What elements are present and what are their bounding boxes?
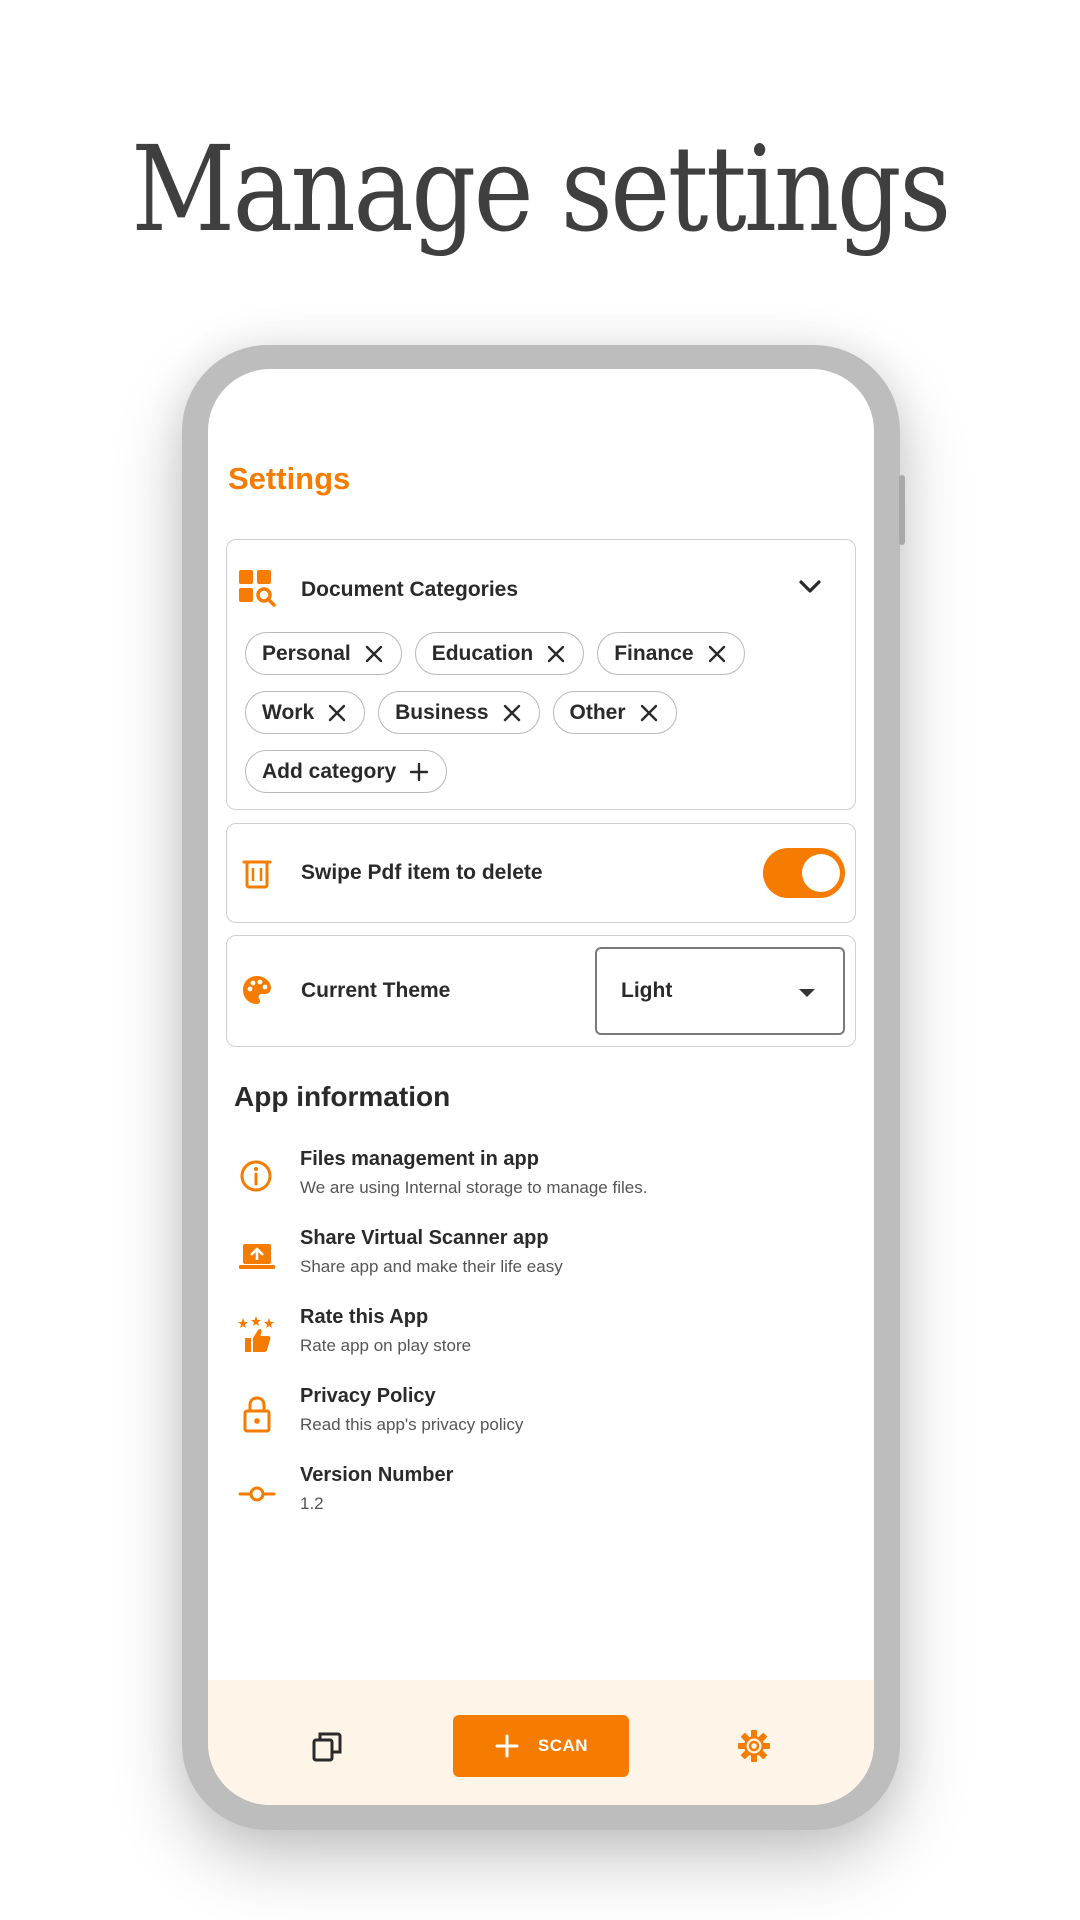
toggle-knob (802, 854, 840, 892)
scan-button[interactable]: SCAN (453, 1715, 629, 1777)
chevron-down-icon[interactable] (795, 572, 825, 602)
chip-label: Personal (262, 641, 351, 665)
swipe-delete-label: Swipe Pdf item to delete (301, 861, 543, 884)
trash-icon (241, 856, 273, 895)
rate-app-item[interactable]: Rate this App Rate app on play store (208, 1306, 874, 1376)
swipe-delete-toggle[interactable] (763, 848, 845, 898)
documents-icon[interactable] (310, 1728, 346, 1764)
version-number-item: Version Number 1.2 (208, 1464, 874, 1534)
theme-select-value: Light (621, 979, 673, 1002)
chip-label: Education (431, 641, 534, 665)
gear-icon[interactable] (736, 1728, 772, 1764)
info-item-title: Privacy Policy (300, 1385, 436, 1407)
scan-button-label: SCAN (537, 1736, 589, 1755)
close-icon[interactable] (326, 702, 348, 724)
info-item-title: Version Number (300, 1464, 454, 1486)
category-chip[interactable]: Other (552, 691, 677, 734)
close-icon[interactable] (545, 643, 567, 665)
close-icon[interactable] (501, 702, 523, 724)
plus-icon (410, 762, 429, 781)
chip-label: Other (569, 700, 626, 724)
category-chip[interactable]: Personal (245, 632, 402, 675)
phone-frame: Settings Document Categories Personal Ed… (182, 345, 905, 1830)
info-item-title: Share Virtual Scanner app (300, 1227, 549, 1249)
info-icon (238, 1158, 278, 1198)
commit-icon (238, 1474, 278, 1514)
info-item-subtitle: Share app and make their life easy (300, 1257, 563, 1276)
category-chip[interactable]: Education (414, 632, 585, 675)
document-categories-label: Document Categories (301, 578, 519, 601)
caret-down-icon (799, 989, 815, 997)
info-item-title: Rate this App (300, 1306, 429, 1328)
category-search-icon (237, 568, 277, 613)
document-categories-card: Document Categories Personal Education F… (226, 539, 856, 810)
phone-side-button (899, 475, 905, 545)
chip-label: Work (262, 700, 315, 724)
chip-label: Business (395, 700, 489, 724)
bottom-navigation: SCAN (208, 1680, 874, 1805)
app-information-title: App information (234, 1081, 451, 1112)
category-chip[interactable]: Business (378, 691, 540, 734)
info-item-subtitle: Rate app on play store (300, 1336, 472, 1355)
theme-card: Current Theme Light (226, 935, 856, 1047)
share-app-item[interactable]: Share Virtual Scanner app Share app and … (208, 1227, 874, 1297)
files-management-item[interactable]: Files management in app We are using Int… (208, 1148, 874, 1218)
category-chip[interactable]: Work (245, 691, 366, 734)
share-laptop-icon (238, 1237, 278, 1277)
palette-icon (241, 974, 273, 1011)
info-item-subtitle: Read this app's privacy policy (300, 1415, 524, 1434)
settings-title: Settings (228, 461, 351, 496)
swipe-delete-card: Swipe Pdf item to delete (226, 823, 856, 923)
theme-label: Current Theme (301, 979, 451, 1002)
category-chips: Personal Education Finance Work Business… (245, 632, 845, 809)
close-icon[interactable] (363, 643, 385, 665)
add-category-label: Add category (262, 759, 397, 783)
info-item-subtitle: 1.2 (300, 1494, 324, 1513)
chip-label: Finance (614, 641, 694, 665)
privacy-policy-item[interactable]: Privacy Policy Read this app's privacy p… (208, 1385, 874, 1455)
rate-thumb-icon (238, 1316, 278, 1356)
close-icon[interactable] (638, 702, 660, 724)
theme-select[interactable]: Light (595, 947, 845, 1035)
info-item-subtitle: We are using Internal storage to manage … (300, 1178, 648, 1197)
lock-icon (238, 1395, 278, 1435)
add-category-chip[interactable]: Add category (245, 750, 448, 793)
category-chip[interactable]: Finance (597, 632, 745, 675)
plus-icon (495, 1734, 519, 1758)
phone-screen: Settings Document Categories Personal Ed… (208, 369, 874, 1805)
close-icon[interactable] (706, 643, 728, 665)
page-headline: Manage settings (131, 120, 951, 258)
info-item-title: Files management in app (300, 1148, 539, 1170)
